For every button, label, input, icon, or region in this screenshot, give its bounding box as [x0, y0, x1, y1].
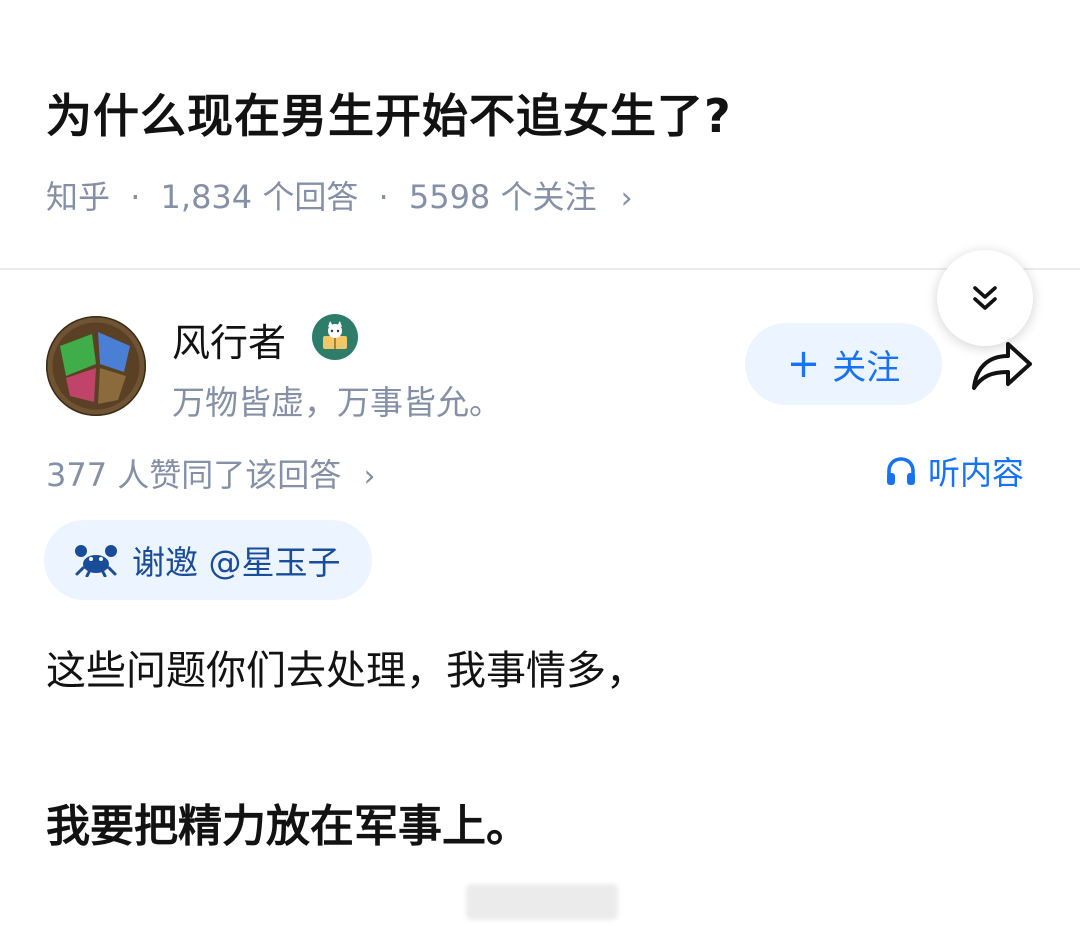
- avatar[interactable]: [46, 316, 146, 416]
- likes-summary[interactable]: 377 人赞同了该回答 ›: [46, 450, 375, 496]
- section-divider: [0, 268, 1080, 270]
- share-arrow-icon[interactable]: [970, 338, 1036, 394]
- meta-separator: ·: [378, 178, 389, 216]
- collapse-button[interactable]: [937, 250, 1033, 346]
- author-name[interactable]: 风行者: [172, 312, 286, 367]
- followers-count: 5598 个关注: [408, 178, 597, 216]
- listen-button[interactable]: 听内容: [884, 448, 1024, 494]
- listen-label: 听内容: [928, 454, 1025, 492]
- chevron-right-icon: ›: [620, 181, 633, 216]
- likes-text: 377 人赞同了该回答: [46, 456, 342, 494]
- answer-text-bold-line: 我要把精力放在军事上。: [46, 801, 530, 852]
- invite-tag[interactable]: 谢邀 @星玉子: [44, 520, 372, 600]
- watermark: [466, 884, 618, 920]
- answers-count: 1,834 个回答: [160, 178, 359, 216]
- source-label: 知乎: [46, 178, 111, 216]
- question-meta[interactable]: 知乎 · 1,834 个回答 · 5598 个关注 ›: [46, 172, 633, 218]
- crab-icon: [75, 545, 117, 577]
- follow-button[interactable]: + 关注: [745, 323, 942, 405]
- author-bio: 万物皆虚，万事皆允。: [172, 383, 502, 422]
- follow-label: 关注: [832, 347, 901, 388]
- double-chevron-down-icon: [973, 286, 997, 310]
- answer-page: 为什么现在男生开始不追女生了? 知乎 · 1,834 个回答 · 5598 个关…: [0, 0, 1080, 930]
- plus-icon: +: [786, 341, 821, 387]
- question-title[interactable]: 为什么现在男生开始不追女生了?: [46, 80, 732, 146]
- reading-badge-icon[interactable]: [312, 314, 358, 360]
- answer-text-line: 这些问题你们去处理，我事情多，: [46, 648, 646, 694]
- meta-separator: ·: [130, 178, 141, 216]
- headphones-icon: [887, 457, 915, 485]
- invite-label: 谢邀 @星玉子: [132, 543, 341, 582]
- chevron-right-icon: ›: [363, 459, 376, 494]
